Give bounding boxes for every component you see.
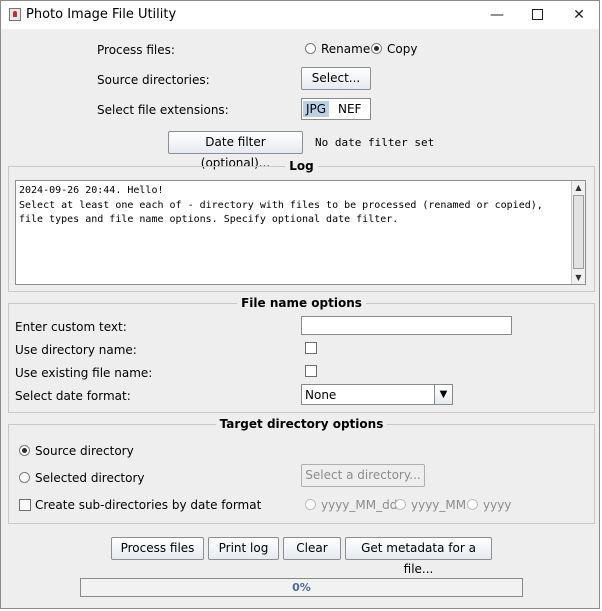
date-filter-status: No date filter set: [315, 136, 435, 149]
maximize-icon[interactable]: [522, 5, 552, 25]
format-radio-yyyy[interactable]: [467, 499, 478, 510]
format-label-yyyy-mm-dd[interactable]: yyyy_MM_dd: [321, 498, 397, 512]
format-label-yyyy[interactable]: yyyy: [483, 498, 511, 512]
process-files-label: Process files:: [97, 43, 175, 57]
copy-radio[interactable]: [371, 43, 382, 54]
file-extensions-label: Select file extensions:: [97, 103, 229, 117]
title-bar: Photo Image File Utility — ✕: [1, 1, 599, 29]
format-label-yyyy-mm[interactable]: yyyy_MM: [411, 498, 466, 512]
progress-bar: 0%: [80, 578, 523, 597]
scroll-thumb[interactable]: [573, 195, 584, 269]
scroll-up-icon[interactable]: ▲: [572, 181, 585, 194]
process-files-button[interactable]: Process files: [111, 537, 204, 560]
use-existing-name-label: Use existing file name:: [15, 366, 153, 380]
source-directories-label: Source directories:: [97, 73, 210, 87]
java-app-icon: [9, 8, 21, 21]
close-icon[interactable]: ✕: [564, 5, 594, 25]
file-name-options-legend: File name options: [241, 296, 362, 310]
log-textarea[interactable]: 2024-09-26 20:44. Hello! Select at least…: [15, 180, 586, 285]
date-format-select[interactable]: None ▼: [301, 384, 453, 405]
extension-item-nef[interactable]: NEF: [335, 101, 364, 117]
selected-directory-label[interactable]: Selected directory: [35, 471, 145, 485]
app-window: Photo Image File Utility — ✕ Process fil…: [0, 0, 600, 609]
use-directory-name-checkbox[interactable]: [305, 342, 317, 354]
rename-label[interactable]: Rename: [321, 42, 370, 56]
custom-text-label: Enter custom text:: [15, 320, 127, 334]
date-format-value: None: [305, 388, 337, 402]
select-target-directory-button[interactable]: Select a directory...: [301, 464, 425, 487]
extensions-list[interactable]: JPG NEF: [301, 98, 371, 120]
extension-item-jpg[interactable]: JPG: [303, 101, 330, 117]
custom-text-input[interactable]: [301, 316, 512, 335]
use-directory-name-label: Use directory name:: [15, 343, 137, 357]
chevron-down-icon[interactable]: ▼: [434, 385, 452, 404]
source-directory-radio[interactable]: [19, 445, 30, 456]
window-title: Photo Image File Utility: [26, 7, 177, 22]
log-line: 2024-09-26 20:44. Hello!: [19, 185, 164, 196]
selected-directory-radio[interactable]: [19, 472, 30, 483]
format-radio-yyyy-mm[interactable]: [395, 499, 406, 510]
format-radio-yyyy-mm-dd[interactable]: [305, 499, 316, 510]
create-subdirs-label[interactable]: Create sub-directories by date format: [35, 498, 261, 512]
copy-label[interactable]: Copy: [387, 42, 417, 56]
target-directory-legend: Target directory options: [219, 417, 384, 431]
source-directory-label[interactable]: Source directory: [35, 444, 134, 458]
select-source-button[interactable]: Select...: [301, 67, 371, 90]
log-line: Select at least one each of - directory …: [19, 199, 543, 211]
log-text: 2024-09-26 20:44. Hello! Select at least…: [19, 184, 543, 228]
date-filter-button[interactable]: Date filter (optional)...: [168, 131, 303, 170]
scroll-down-icon[interactable]: ▼: [572, 271, 585, 284]
minimize-icon[interactable]: —: [482, 5, 512, 25]
log-legend: Log: [289, 159, 314, 173]
create-subdirs-checkbox[interactable]: [19, 499, 31, 511]
date-format-label: Select date format:: [15, 389, 131, 403]
get-metadata-button[interactable]: Get metadata for a file...: [345, 537, 492, 576]
use-existing-name-checkbox[interactable]: [305, 365, 317, 377]
print-log-button[interactable]: Print log: [208, 537, 279, 560]
log-scrollbar[interactable]: ▲ ▼: [571, 181, 585, 284]
log-line: file types and file name options. Specif…: [19, 214, 399, 225]
rename-radio[interactable]: [305, 43, 316, 54]
clear-button[interactable]: Clear: [283, 537, 341, 560]
